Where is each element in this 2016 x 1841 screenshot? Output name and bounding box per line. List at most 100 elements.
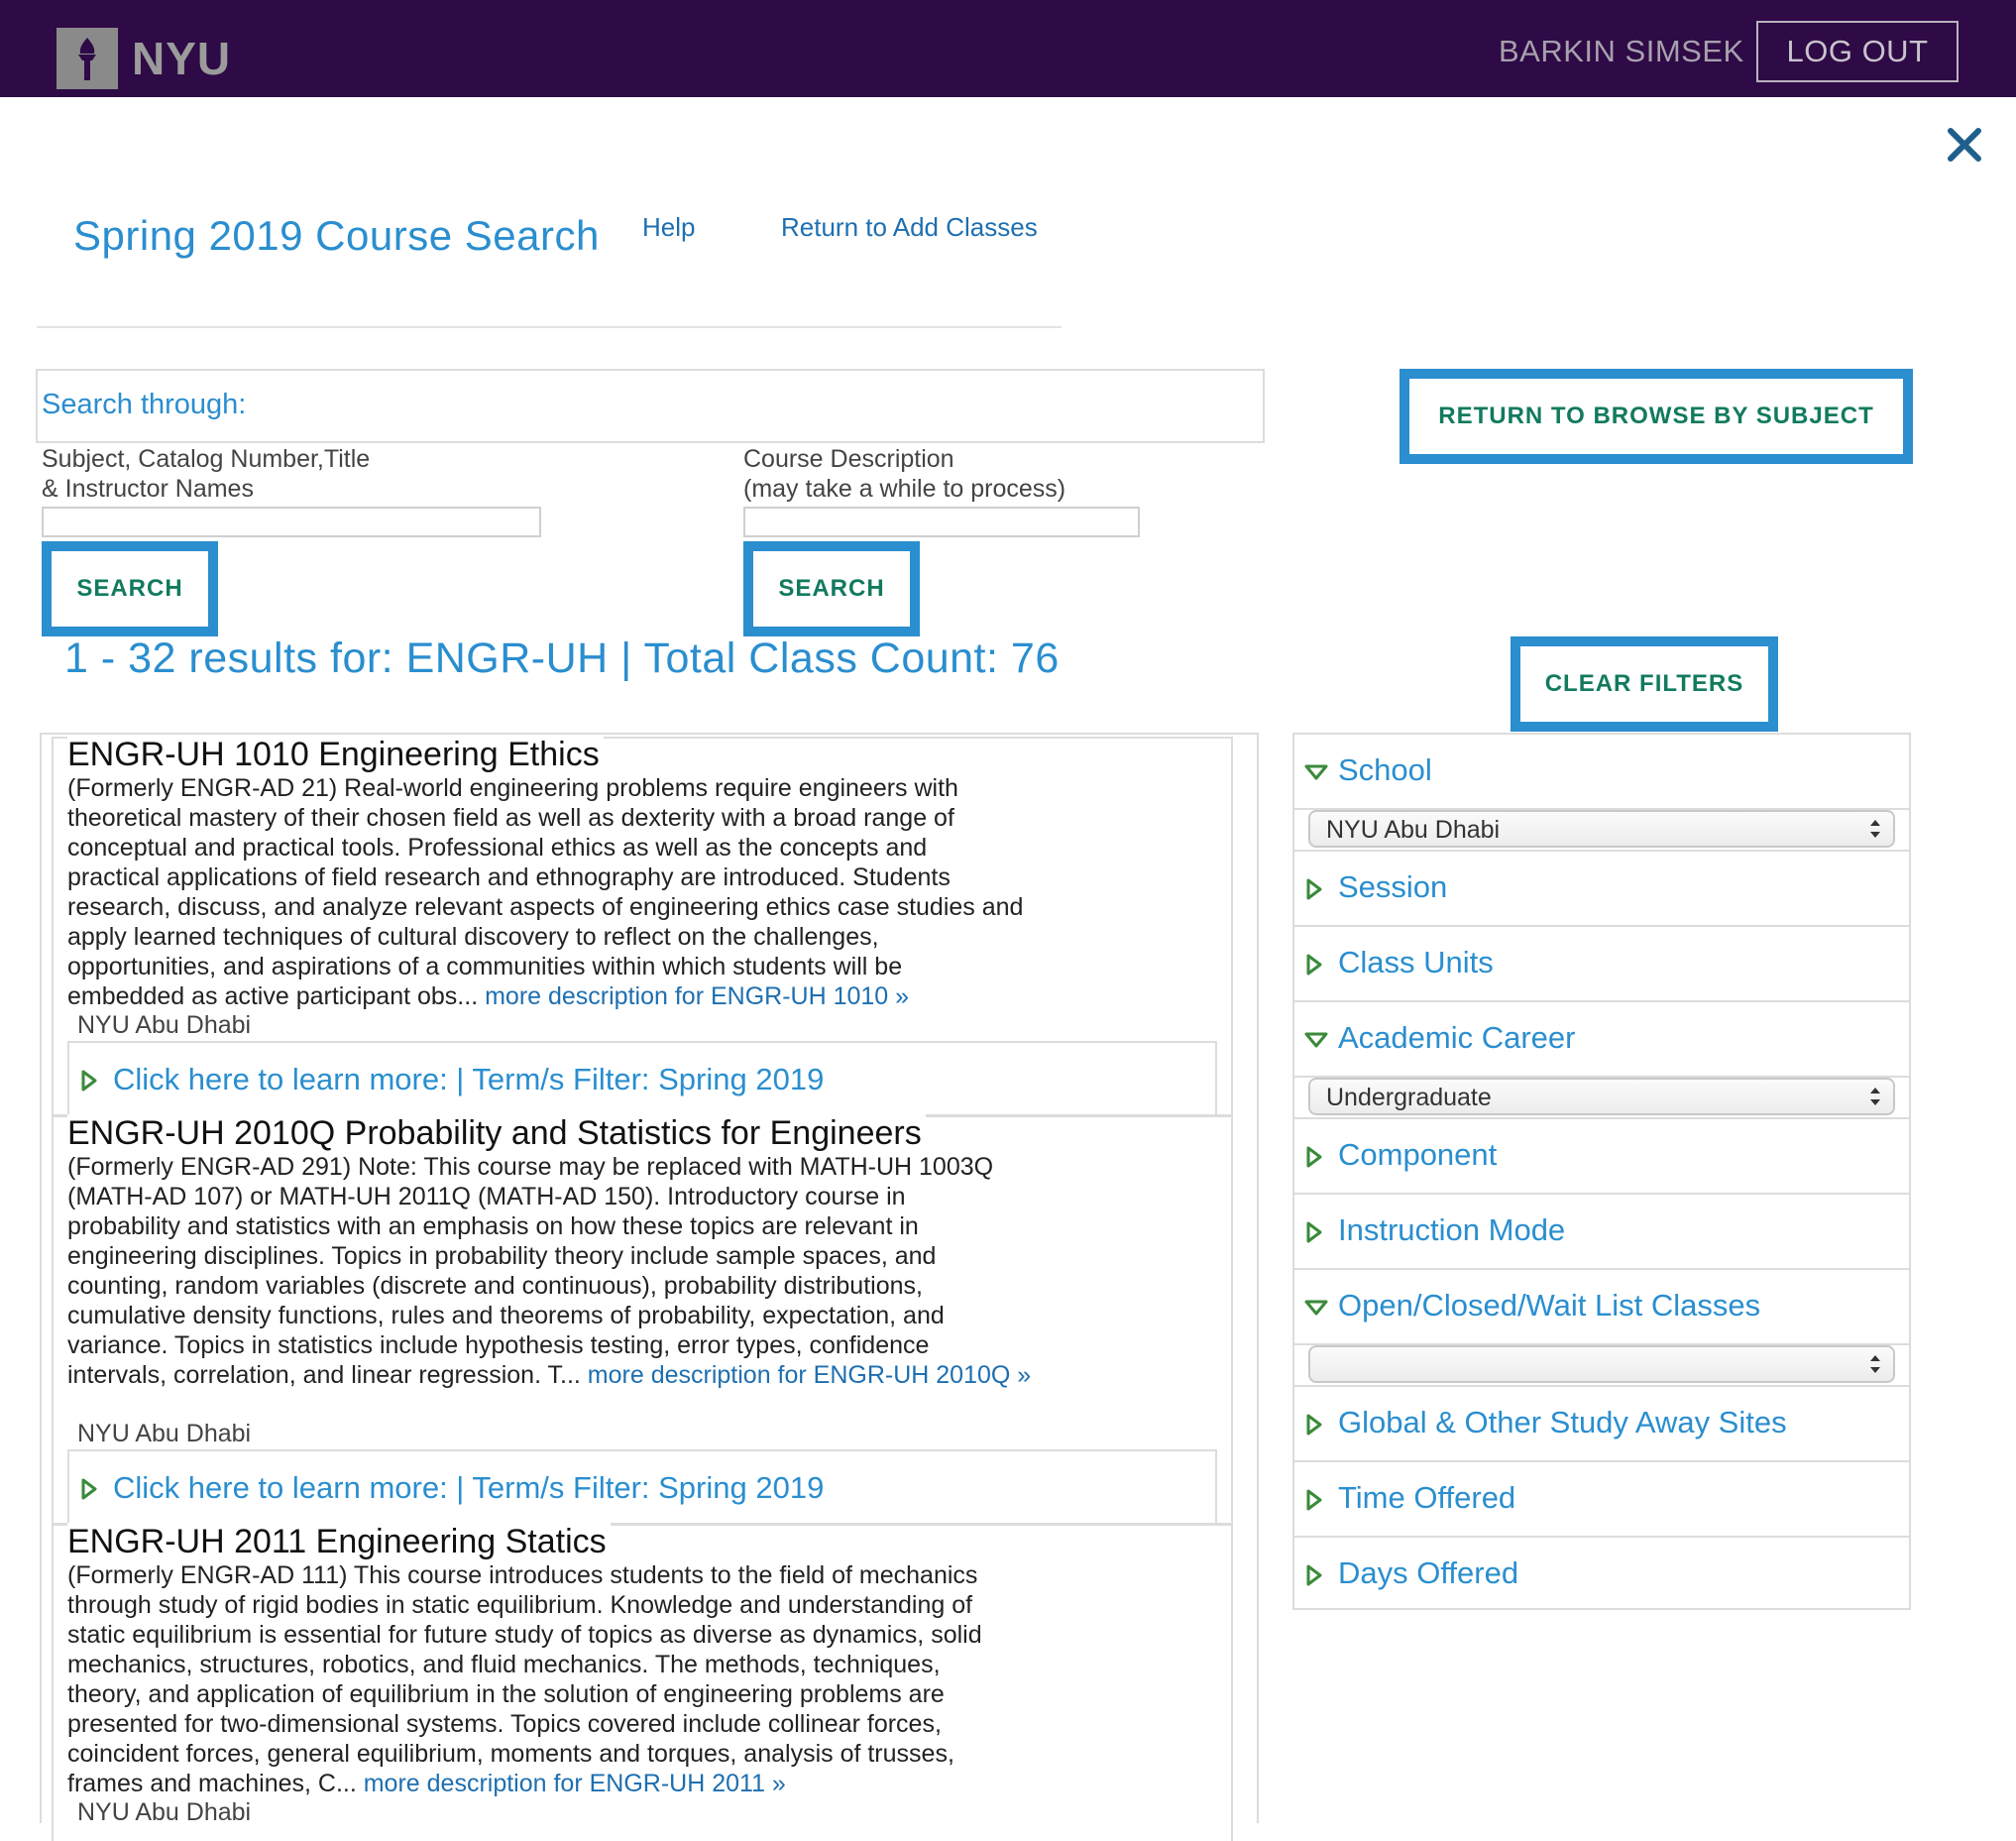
filter-label: School: [1338, 752, 1432, 787]
return-to-browse-label: RETURN TO BROWSE BY SUBJECT: [1409, 379, 1903, 454]
filter-academic-career[interactable]: Academic Career: [1294, 1002, 1909, 1078]
right-search-label-line2: (may take a while to process): [743, 475, 1066, 503]
left-search-label-line2: & Instructor Names: [42, 475, 254, 503]
description-line: mechanics, structures, robotics, and flu…: [67, 1651, 941, 1678]
description-line: theoretical mastery of their chosen fiel…: [67, 804, 954, 832]
return-to-add-classes-link[interactable]: Return to Add Classes: [781, 212, 1038, 243]
filter-label: Time Offered: [1338, 1480, 1516, 1515]
user-name: BARKIN SIMSEK: [1499, 34, 1744, 68]
description-line: apply learned techniques of cultural dis…: [67, 923, 879, 951]
filter-days-offered[interactable]: Days Offered: [1294, 1538, 1909, 1610]
description-line: variance. Topics in statistics include h…: [67, 1331, 930, 1359]
subject-search-input[interactable]: [42, 507, 541, 537]
triangle-right-icon: [79, 1477, 99, 1506]
divider: [37, 326, 1062, 328]
course-school: NYU Abu Dhabi: [77, 1420, 252, 1447]
filter-school-select-row: NYU Abu Dhabi: [1294, 810, 1909, 852]
learn-more-label: Click here to learn more: | Term/s Filte…: [113, 1062, 825, 1096]
filter-label: Instruction Mode: [1338, 1212, 1566, 1247]
course-title: ENGR-UH 2010Q Probability and Statistics…: [67, 1114, 926, 1153]
course-description: (Formerly ENGR-AD 21) Real-world enginee…: [67, 773, 1187, 1011]
description-line: theory, and application of equilibrium i…: [67, 1680, 945, 1708]
search-through-panel: Search through:: [36, 369, 1265, 443]
description-line: (Formerly ENGR-AD 21) Real-world enginee…: [67, 774, 958, 802]
search-through-heading: Search through:: [42, 389, 247, 420]
description-line: cumulative density functions, rules and …: [67, 1302, 945, 1329]
filter-class-units[interactable]: Class Units: [1294, 927, 1909, 1002]
filter-session[interactable]: Session: [1294, 852, 1909, 927]
school-select-value: NYU Abu Dhabi: [1326, 816, 1501, 844]
school-select[interactable]: NYU Abu Dhabi: [1308, 810, 1895, 848]
filter-label: Class Units: [1338, 945, 1494, 979]
triangle-down-icon: [1304, 1030, 1328, 1055]
more-description-link[interactable]: more description for ENGR-UH 2011 »: [364, 1770, 786, 1797]
logout-button[interactable]: LOG OUT: [1756, 21, 1959, 82]
course-title: ENGR-UH 1010 Engineering Ethics: [67, 736, 604, 774]
course-item: ENGR-UH 2011 Engineering Statics (Former…: [52, 1523, 1233, 1841]
description-line: static equilibrium is essential for futu…: [67, 1621, 982, 1649]
filter-label: Component: [1338, 1137, 1498, 1172]
filter-label: Session: [1338, 869, 1448, 904]
description-line: embedded as active participant obs...: [67, 982, 486, 1010]
return-to-browse-button[interactable]: RETURN TO BROWSE BY SUBJECT: [1400, 369, 1913, 464]
triangle-right-icon: [1304, 1488, 1324, 1517]
subject-search-button[interactable]: SEARCH: [42, 541, 218, 636]
triangle-down-icon: [1304, 1298, 1328, 1323]
filter-instruction-mode[interactable]: Instruction Mode: [1294, 1195, 1909, 1270]
logo-text: NYU: [132, 33, 232, 84]
description-line: engineering disciplines. Topics in proba…: [67, 1242, 937, 1270]
results-summary: 1 - 32 results for: ENGR-UH | Total Clas…: [64, 634, 1060, 682]
more-description-link[interactable]: more description for ENGR-UH 1010 »: [485, 982, 909, 1010]
description-line: presented for two-dimensional systems. T…: [67, 1710, 942, 1738]
learn-more-label: Click here to learn more: | Term/s Filte…: [113, 1470, 825, 1505]
clear-filters-button[interactable]: CLEAR FILTERS: [1511, 636, 1778, 732]
help-link[interactable]: Help: [642, 212, 695, 243]
description-line: (MATH-AD 107) or MATH-UH 2011Q (MATH-AD …: [67, 1183, 906, 1210]
course-item: ENGR-UH 2010Q Probability and Statistics…: [52, 1114, 1233, 1525]
filter-label: Global & Other Study Away Sites: [1338, 1405, 1787, 1439]
select-updown-arrows-icon: [1869, 1085, 1881, 1113]
academic-career-select[interactable]: Undergraduate: [1308, 1078, 1895, 1115]
open-closed-select[interactable]: [1308, 1345, 1895, 1383]
subject-search-button-label: SEARCH: [52, 551, 208, 627]
left-search-label-line1: Subject, Catalog Number,Title: [42, 445, 371, 473]
description-line: practical applications of field research…: [67, 863, 951, 891]
top-bar: NYU BARKIN SIMSEK LOG OUT: [0, 0, 2016, 97]
filter-time-offered[interactable]: Time Offered: [1294, 1462, 1909, 1538]
description-line: opportunities, and aspirations of a comm…: [67, 953, 903, 980]
description-line: coincident forces, general equilibrium, …: [67, 1740, 954, 1768]
course-school: NYU Abu Dhabi: [77, 1798, 252, 1826]
nyu-torch-icon: [56, 28, 118, 89]
triangle-right-icon: [1304, 1413, 1324, 1441]
description-line: (Formerly ENGR-AD 111) This course intro…: [67, 1561, 978, 1589]
course-title: ENGR-UH 2011 Engineering Statics: [67, 1523, 611, 1561]
description-line: frames and machines, C...: [67, 1770, 364, 1797]
filter-label: Open/Closed/Wait List Classes: [1338, 1288, 1761, 1323]
academic-career-select-value: Undergraduate: [1326, 1084, 1492, 1111]
filter-open-closed[interactable]: Open/Closed/Wait List Classes: [1294, 1270, 1909, 1345]
learn-more-toggle[interactable]: Click here to learn more: | Term/s Filte…: [67, 1449, 1217, 1525]
triangle-right-icon: [79, 1069, 99, 1097]
clear-filters-label: CLEAR FILTERS: [1520, 646, 1768, 722]
select-updown-arrows-icon: [1869, 817, 1881, 846]
learn-more-toggle[interactable]: Click here to learn more: | Term/s Filte…: [67, 1041, 1217, 1116]
filter-component[interactable]: Component: [1294, 1119, 1909, 1195]
description-search-button[interactable]: SEARCH: [743, 541, 920, 636]
filter-school[interactable]: School: [1294, 735, 1909, 810]
filter-global-sites[interactable]: Global & Other Study Away Sites: [1294, 1387, 1909, 1462]
right-search-label: Course Description (may take a while to …: [743, 444, 1065, 504]
description-line: counting, random variables (discrete and…: [67, 1272, 923, 1300]
course-description: (Formerly ENGR-AD 291) Note: This course…: [67, 1152, 1187, 1390]
close-icon[interactable]: [1945, 125, 1984, 165]
left-search-label: Subject, Catalog Number,Title & Instruct…: [42, 444, 370, 504]
nyu-logo[interactable]: NYU: [56, 28, 231, 89]
triangle-right-icon: [1304, 877, 1324, 906]
description-search-input[interactable]: [743, 507, 1140, 537]
triangle-right-icon: [1304, 1220, 1324, 1249]
course-description: (Formerly ENGR-AD 111) This course intro…: [67, 1560, 1187, 1798]
description-line: through study of rigid bodies in static …: [67, 1591, 973, 1619]
triangle-right-icon: [1304, 953, 1324, 981]
course-school: NYU Abu Dhabi: [77, 1011, 252, 1039]
page-title: Spring 2019 Course Search: [73, 212, 600, 259]
more-description-link[interactable]: more description for ENGR-UH 2010Q »: [588, 1361, 1031, 1389]
